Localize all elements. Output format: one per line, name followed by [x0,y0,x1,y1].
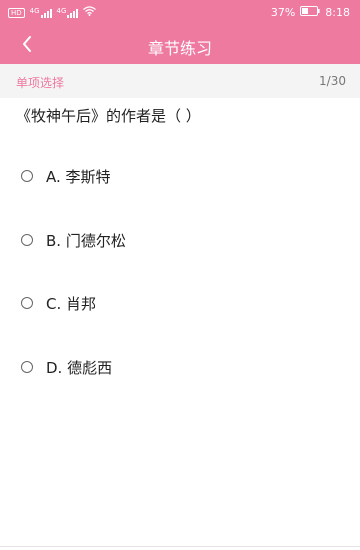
hd-badge: HD [8,7,25,18]
sim1-network-label: 4G [29,6,40,15]
wifi-icon [83,6,97,19]
option-label: A. 李斯特 [46,168,111,186]
bottom-divider [0,546,360,547]
status-right: 37% 8:18 [271,6,350,19]
battery-percent: 37% [270,6,296,19]
clock-time: 8:18 [325,6,350,19]
option-label: B. 门德尔松 [46,232,126,250]
option-b[interactable]: B. 门德尔松 [0,222,360,262]
question-text: 《牧神午后》的作者是（ ） [16,107,201,125]
radio-icon[interactable] [21,170,33,182]
question-progress: 1/30 [319,74,346,88]
page-title: 章节练习 [147,39,212,58]
sim2-network-label: 4G [56,6,67,15]
option-label: C. 肖邦 [46,295,97,313]
radio-icon[interactable] [21,361,33,373]
nav-bar: 章节练习 [0,24,360,64]
option-c[interactable]: C. 肖邦 [0,285,360,325]
status-left: HD 4G 4G [8,6,97,19]
question-info-bar: 单项选择 1/30 [0,64,360,98]
top-bar: HD 4G 4G 37% 8:18 章节练习 [0,0,360,64]
status-bar: HD 4G 4G 37% 8:18 [0,0,360,24]
option-d[interactable]: D. 德彪西 [0,349,360,389]
option-a[interactable]: A. 李斯特 [0,158,360,198]
radio-icon[interactable] [21,297,33,309]
signal-icon: 4G [29,6,52,18]
radio-icon[interactable] [21,234,33,246]
signal-icon-2: 4G [56,6,79,18]
option-label: D. 德彪西 [46,359,113,377]
question-type-label: 单项选择 [16,76,65,90]
battery-icon [300,6,320,19]
